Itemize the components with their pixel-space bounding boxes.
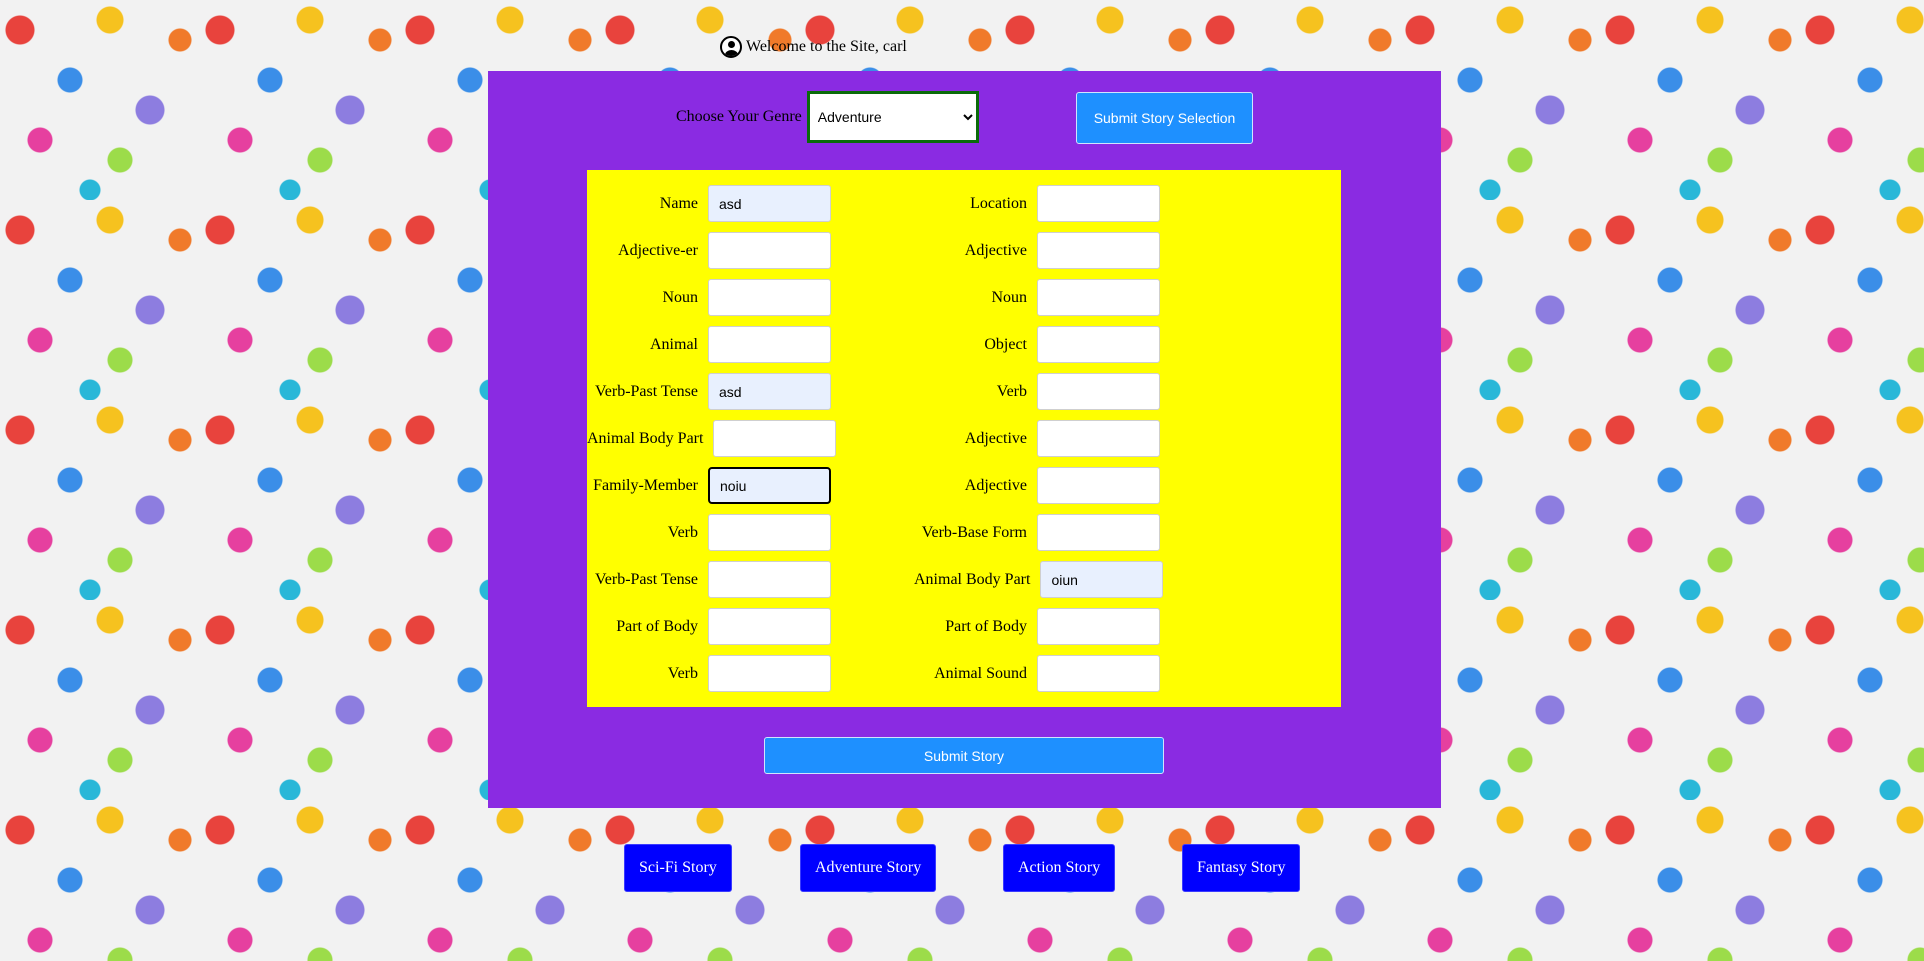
- field-label: Noun: [991, 288, 1027, 306]
- field-label: Adjective: [964, 429, 1027, 447]
- field-row: Adjective: [914, 232, 1160, 269]
- field-row: Verb-Base Form: [914, 514, 1160, 551]
- field-input[interactable]: [1037, 420, 1160, 457]
- submit-story-selection-button[interactable]: Submit Story Selection: [1076, 92, 1253, 144]
- field-row: Family-Member: [587, 467, 831, 504]
- field-input[interactable]: [1037, 279, 1160, 316]
- field-row: Part of Body: [587, 608, 831, 645]
- field-row: Verb-Past Tense: [587, 373, 831, 410]
- field-label: Adjective: [964, 476, 1027, 494]
- story-panel: Choose Your Genre Adventure Submit Story…: [488, 71, 1441, 808]
- field-row: Animal Sound: [914, 655, 1160, 692]
- field-input[interactable]: [1037, 326, 1160, 363]
- field-label: Part of Body: [616, 617, 698, 635]
- field-input[interactable]: [1037, 655, 1160, 692]
- field-label: Verb: [667, 664, 698, 682]
- field-row: Adjective: [914, 467, 1160, 504]
- field-input[interactable]: [708, 185, 831, 222]
- field-label: Animal Sound: [934, 664, 1027, 682]
- field-label: Animal Body Part: [587, 429, 704, 447]
- field-label: Noun: [662, 288, 698, 306]
- field-input[interactable]: [1037, 185, 1160, 222]
- field-label: Animal Body Part: [914, 570, 1031, 588]
- field-row: Verb: [587, 655, 831, 692]
- field-label: Family-Member: [593, 476, 698, 494]
- field-label: Verb-Base Form: [921, 523, 1027, 541]
- sci-fi-story-button[interactable]: Sci-Fi Story: [624, 844, 732, 892]
- genre-select[interactable]: Adventure: [806, 91, 979, 143]
- field-input[interactable]: [1037, 373, 1160, 410]
- field-input[interactable]: [713, 420, 837, 457]
- field-label: Verb-Past Tense: [594, 382, 698, 400]
- field-row: Location: [914, 185, 1160, 222]
- genre-label: Choose Your Genre: [676, 108, 802, 125]
- genre-row: Choose Your Genre Adventure: [676, 91, 979, 143]
- field-label: Verb: [996, 382, 1027, 400]
- welcome-text: Welcome to the Site, carl: [746, 38, 907, 55]
- field-row: Adjective-er: [587, 232, 831, 269]
- field-input[interactable]: [708, 232, 831, 269]
- field-row: Verb: [587, 514, 831, 551]
- field-input[interactable]: [708, 326, 831, 363]
- field-label: Object: [984, 335, 1027, 353]
- field-input[interactable]: [708, 467, 831, 504]
- field-label: Adjective-er: [618, 241, 698, 259]
- field-label: Name: [659, 194, 698, 212]
- field-row: Adjective: [914, 420, 1160, 457]
- field-input[interactable]: [1037, 232, 1160, 269]
- fantasy-story-button[interactable]: Fantasy Story: [1182, 844, 1301, 892]
- field-row: Verb: [914, 373, 1160, 410]
- welcome-header: Welcome to the Site, carl: [720, 34, 907, 60]
- field-label: Location: [970, 194, 1027, 212]
- field-row: Part of Body: [914, 608, 1160, 645]
- field-label: Animal: [650, 335, 698, 353]
- field-input[interactable]: [1037, 467, 1160, 504]
- field-row: Name: [587, 185, 831, 222]
- field-input[interactable]: [1040, 561, 1164, 598]
- field-input[interactable]: [708, 655, 831, 692]
- field-label: Part of Body: [945, 617, 1027, 635]
- field-row: Noun: [587, 279, 831, 316]
- field-input[interactable]: [708, 373, 831, 410]
- field-input[interactable]: [708, 608, 831, 645]
- field-input[interactable]: [708, 514, 831, 551]
- field-row: Animal Body Part: [914, 561, 1164, 598]
- field-label: Verb-Past Tense: [594, 570, 698, 588]
- field-input[interactable]: [708, 279, 831, 316]
- field-input[interactable]: [1037, 514, 1160, 551]
- field-row: Animal Body Part: [587, 420, 837, 457]
- user-avatar-icon: [720, 36, 742, 58]
- word-form: Name Adjective-er Noun Animal Verb-Past Tens…: [587, 170, 1341, 707]
- field-row: Animal: [587, 326, 831, 363]
- field-row: Verb-Past Tense: [587, 561, 831, 598]
- field-input[interactable]: [1037, 608, 1160, 645]
- field-row: Object: [914, 326, 1160, 363]
- submit-story-button[interactable]: Submit Story: [764, 737, 1164, 774]
- action-story-button[interactable]: Action Story: [1003, 844, 1116, 892]
- field-row: Noun: [914, 279, 1160, 316]
- field-label: Verb: [667, 523, 698, 541]
- field-label: Adjective: [964, 241, 1027, 259]
- field-input[interactable]: [708, 561, 831, 598]
- adventure-story-button[interactable]: Adventure Story: [800, 844, 937, 892]
